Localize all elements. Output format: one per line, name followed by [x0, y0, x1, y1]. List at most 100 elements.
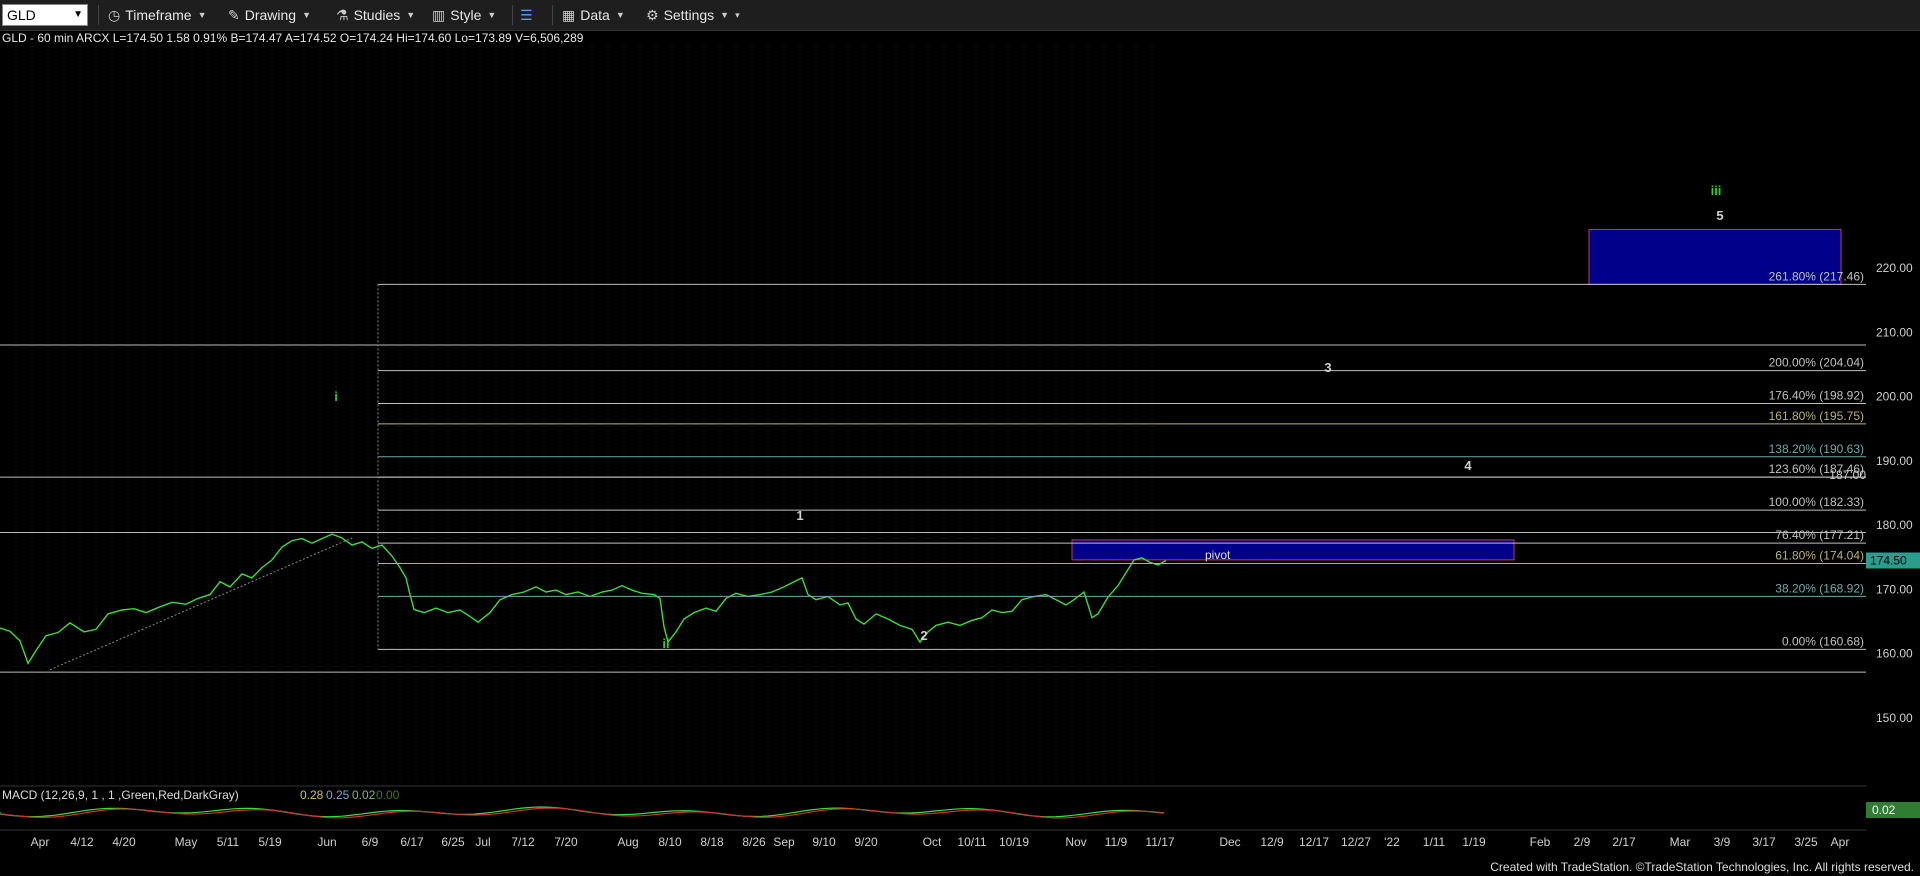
wave-label: iii	[1711, 183, 1722, 198]
time-tick-label: Nov	[1065, 835, 1086, 849]
wave-label: 5	[1716, 208, 1723, 223]
time-tick-label: 4/20	[112, 835, 136, 849]
chevron-down-icon: ▼	[615, 10, 625, 20]
timeframe-label: Timeframe	[125, 7, 192, 23]
time-tick-label: 12/9	[1260, 835, 1284, 849]
pencil-icon: ✎	[228, 6, 240, 23]
studies-menu[interactable]: ⚗ Studies ▼	[336, 4, 415, 26]
time-tick-label: 7/12	[511, 835, 535, 849]
time-tick-label: 5/19	[258, 835, 282, 849]
flask-icon: ⚗	[336, 6, 349, 23]
time-tick-label: Feb	[1530, 835, 1551, 849]
time-tick-label: 1/19	[1462, 835, 1486, 849]
fib-overlap-label: 187.00	[1829, 468, 1866, 482]
price-tick-label: 190.00	[1876, 454, 1913, 468]
current-price-label: 174.50	[1870, 554, 1907, 568]
time-tick-label: 6/25	[441, 835, 465, 849]
data-label: Data	[580, 7, 610, 23]
time-tick-label: 3/17	[1752, 835, 1776, 849]
time-tick-label: Sep	[773, 835, 795, 849]
horizontal-lines	[0, 344, 1866, 673]
fib-label: 100.00% (182.33)	[1769, 495, 1864, 509]
wave-labels: iiiiii12345	[334, 183, 1723, 651]
toolbar-separator	[98, 5, 99, 25]
fib-label: 38.20% (168.92)	[1775, 581, 1864, 595]
macd-value-4: 0.00	[376, 788, 400, 802]
data-menu[interactable]: ▦ Data ▼	[562, 4, 625, 26]
gear-icon: ⚙	[646, 6, 659, 23]
chevron-down-icon: ▼	[406, 10, 416, 20]
price-axis[interactable]: 220.00 210.00 200.00 190.00 180.00 170.00 160.…	[1866, 44, 1920, 864]
macd-panel: MACD (12,26,9, 1 , 1 ,Green,Red,DarkGray…	[0, 785, 1866, 819]
time-tick-label: Jul	[475, 835, 490, 849]
time-tick-label: 5/11	[217, 835, 240, 849]
fib-label: 176.40% (198.92)	[1769, 389, 1864, 403]
time-tick-label: Jun	[317, 835, 336, 849]
time-tick-label: 10/19	[999, 835, 1029, 849]
fib-label: 76.40% (177.21)	[1775, 528, 1864, 542]
fib-label: 0.00% (160.68)	[1782, 634, 1864, 648]
chevron-down-icon: ▾	[735, 9, 740, 20]
time-tick-label: Mar	[1670, 835, 1691, 849]
zone-boxes: pivot	[1071, 228, 1842, 562]
macd-current-label: 0.02	[1872, 803, 1896, 817]
layout-icon: ☰	[520, 6, 533, 23]
time-tick-label: 3/9	[1714, 835, 1731, 849]
time-tick-label: 7/20	[554, 835, 578, 849]
timeframe-menu[interactable]: ◷ Timeframe ▼	[108, 4, 207, 26]
price-line	[0, 533, 1167, 666]
price-chart[interactable]: pivot 261.80% (217.46)200.00% (204.04)17…	[0, 44, 1866, 864]
trend-line	[49, 537, 353, 671]
wave-label: 1	[796, 508, 803, 523]
time-tick-label: 3/25	[1794, 835, 1818, 849]
studies-label: Studies	[353, 7, 401, 23]
time-tick-label: 6/9	[362, 835, 379, 849]
time-tick-label: 8/26	[742, 835, 766, 849]
wave-label: 4	[1464, 458, 1472, 473]
price-tick-label: 210.00	[1876, 325, 1913, 339]
time-tick-label: Aug	[617, 835, 638, 849]
chevron-down-icon: ▼	[720, 10, 730, 20]
chevron-down-icon: ▼	[302, 10, 312, 20]
time-tick-label: 12/27	[1341, 835, 1371, 849]
layout-button[interactable]: ☰	[520, 4, 538, 26]
toolbar-separator	[552, 5, 553, 25]
style-menu[interactable]: ▥ Style ▼	[432, 4, 496, 26]
fib-label: 161.80% (195.75)	[1769, 409, 1864, 423]
chart-grid	[15, 46, 1153, 780]
macd-value-3: 0.02	[352, 788, 376, 802]
symbol-input[interactable]: GLD ▼	[2, 4, 88, 26]
price-tick-label: 160.00	[1876, 647, 1913, 661]
wave-label: ii	[662, 636, 669, 651]
time-axis: Apr 4/12 4/20 May 5/11 5/19 Jun 6/9 6/17 6/25 Jul 7…	[0, 829, 1866, 849]
time-tick-label: 8/10	[658, 835, 682, 849]
time-tick-label: 2/9	[1574, 835, 1591, 849]
pivot-label: pivot	[1205, 548, 1231, 562]
time-tick-label: 12/17	[1299, 835, 1329, 849]
chevron-down-icon: ▼	[487, 10, 497, 20]
symbol-dropdown-icon[interactable]: ▼	[73, 5, 83, 25]
settings-menu[interactable]: ⚙ Settings ▼ ▾	[646, 4, 740, 26]
time-tick-label: 9/10	[812, 835, 836, 849]
time-tick-label: Oct	[923, 835, 942, 849]
time-tick-label: 11/17	[1145, 835, 1174, 849]
chevron-down-icon: ▼	[197, 10, 207, 20]
time-tick-label: May	[175, 835, 198, 849]
time-tick-label: 9/20	[854, 835, 878, 849]
price-tick-label: 170.00	[1876, 582, 1913, 596]
macd-label: MACD (12,26,9, 1 , 1 ,Green,Red,DarkGray…	[2, 788, 239, 802]
time-tick-label: 10/11	[957, 835, 986, 849]
time-tick-label: 1/11	[1423, 835, 1446, 849]
drawing-menu[interactable]: ✎ Drawing ▼	[228, 4, 311, 26]
bar-style-icon: ▥	[432, 6, 446, 23]
fib-label: 61.80% (174.04)	[1775, 548, 1864, 562]
time-tick-label: 6/17	[400, 835, 424, 849]
time-tick-label: '22	[1384, 835, 1400, 849]
status-line: GLD - 60 min ARCX L=174.50 1.58 0.91% B=…	[2, 31, 584, 45]
time-tick-label: Apr	[31, 835, 50, 849]
price-tick-label: 180.00	[1876, 518, 1913, 532]
time-tick-label: 2/17	[1612, 835, 1636, 849]
price-tick-label: 150.00	[1876, 711, 1913, 725]
fib-label: 200.00% (204.04)	[1769, 356, 1864, 370]
fib-label: 261.80% (217.46)	[1769, 269, 1864, 283]
